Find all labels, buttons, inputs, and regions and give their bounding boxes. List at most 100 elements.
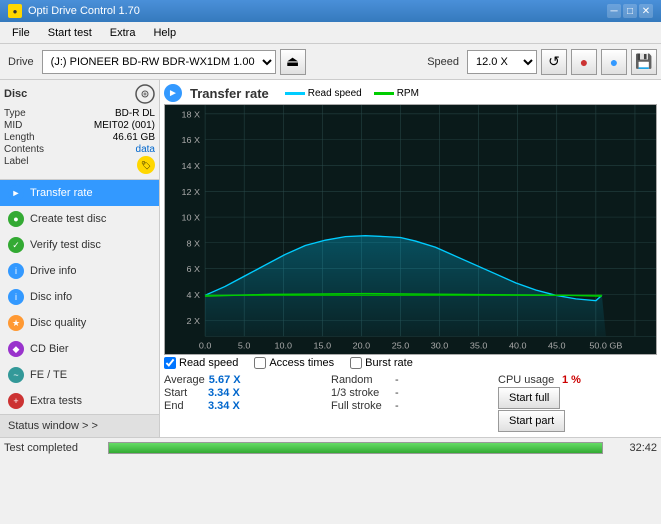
end-label: End: [164, 400, 204, 412]
nav-disc-quality-label: Disc quality: [30, 317, 86, 329]
refresh-button[interactable]: ↺: [541, 49, 567, 75]
eject-button[interactable]: ⏏: [280, 49, 306, 75]
disc-label-row: Label 🏷: [4, 156, 155, 174]
svg-text:20.0: 20.0: [353, 341, 371, 350]
disc-quality-icon: ★: [8, 315, 24, 331]
menu-help[interactable]: Help: [145, 23, 184, 43]
maximize-button[interactable]: □: [623, 4, 637, 18]
start-full-button[interactable]: Start full: [498, 387, 560, 409]
nav-cd-bier[interactable]: ◆ CD Bier: [0, 336, 159, 362]
average-value: 5.67 X: [209, 374, 249, 386]
color1-button[interactable]: ●: [571, 49, 597, 75]
nav-cd-bier-label: CD Bier: [30, 343, 69, 355]
read-speed-checkbox[interactable]: [164, 357, 176, 369]
burst-rate-checkbox[interactable]: [350, 357, 362, 369]
chart-area: ► Transfer rate Read speed RPM: [160, 80, 661, 437]
chart-header: ► Transfer rate Read speed RPM: [164, 84, 657, 102]
minimize-button[interactable]: ─: [607, 4, 621, 18]
window-controls: ─ □ ✕: [607, 4, 653, 18]
nav-menu: ► Transfer rate ● Create test disc ✓ Ver…: [0, 180, 159, 414]
progress-bar-container: [108, 442, 603, 454]
disc-label-icon: 🏷: [137, 156, 155, 174]
nav-fe-te-label: FE / TE: [30, 369, 67, 381]
stat-average: Average 5.67 X: [164, 374, 323, 386]
disc-section-title: Disc: [4, 88, 27, 100]
create-test-disc-icon: ●: [8, 211, 24, 227]
nav-transfer-rate[interactable]: ► Transfer rate: [0, 180, 159, 206]
disc-contents-value: data: [136, 144, 155, 155]
nav-fe-te[interactable]: ~ FE / TE: [0, 362, 159, 388]
legend-rpm: RPM: [374, 88, 419, 99]
color2-button[interactable]: ●: [601, 49, 627, 75]
menu-extra[interactable]: Extra: [102, 23, 144, 43]
checkboxes-row: Read speed Access times Burst rate: [164, 357, 657, 369]
stat-col-right: CPU usage 1 % Start full Start part: [498, 373, 657, 433]
legend-read-label: Read speed: [308, 88, 362, 99]
nav-drive-info[interactable]: i Drive info: [0, 258, 159, 284]
save-button[interactable]: 💾: [631, 49, 657, 75]
cpu-label: CPU usage: [498, 374, 558, 386]
cd-bier-icon: ◆: [8, 341, 24, 357]
legend-read-color: [285, 92, 305, 95]
disc-panel: Disc Type BD-R DL MID MEIT02 (001) Leng: [0, 80, 159, 180]
legend-rpm-label: RPM: [397, 88, 419, 99]
status-window-button[interactable]: Status window > >: [0, 414, 159, 437]
speed-select[interactable]: 12.0 X: [467, 50, 537, 74]
svg-text:50.0 GB: 50.0 GB: [589, 341, 622, 350]
transfer-rate-icon: ►: [8, 185, 24, 201]
disc-mid-value: MEIT02 (001): [94, 120, 155, 131]
svg-text:0.0: 0.0: [199, 341, 212, 350]
nav-disc-quality[interactable]: ★ Disc quality: [0, 310, 159, 336]
stat-col-left-1: Average 5.67 X Start 3.34 X End 3.34 X: [164, 373, 323, 433]
chart-title: Transfer rate: [190, 86, 269, 101]
status-bar: Test completed 32:42: [0, 437, 661, 457]
burst-rate-checkbox-item: Burst rate: [350, 357, 413, 369]
app-title: Opti Drive Control 1.70: [28, 5, 140, 17]
start-label: Start: [164, 387, 204, 399]
nav-disc-info-label: Disc info: [30, 291, 72, 303]
stat-start: Start 3.34 X: [164, 387, 323, 399]
stat-start-part: Start part: [498, 410, 657, 432]
nav-verify-test-disc-label: Verify test disc: [30, 239, 101, 251]
svg-text:16 X: 16 X: [182, 136, 201, 145]
verify-test-disc-icon: ✓: [8, 237, 24, 253]
stat-random: Random -: [331, 374, 490, 386]
start-part-button[interactable]: Start part: [498, 410, 565, 432]
stat-end: End 3.34 X: [164, 400, 323, 412]
chart-wrapper: 18 X 16 X 14 X 12 X 10 X 8 X 6 X 4 X 2 X…: [164, 104, 657, 355]
disc-mid-label: MID: [4, 120, 22, 131]
svg-text:2 X: 2 X: [187, 316, 201, 325]
menu-file[interactable]: File: [4, 23, 38, 43]
access-times-checkbox[interactable]: [254, 357, 266, 369]
menu-start-test[interactable]: Start test: [40, 23, 100, 43]
content-area: Disc Type BD-R DL MID MEIT02 (001) Leng: [0, 80, 661, 437]
close-button[interactable]: ✕: [639, 4, 653, 18]
svg-text:12 X: 12 X: [182, 187, 201, 196]
nav-extra-tests[interactable]: + Extra tests: [0, 388, 159, 414]
drive-info-icon: i: [8, 263, 24, 279]
end-value: 3.34 X: [208, 400, 248, 412]
stat-start-full: Start full: [498, 387, 657, 409]
full-stroke-value: -: [395, 400, 399, 412]
disc-type-row: Type BD-R DL: [4, 108, 155, 119]
svg-text:14 X: 14 X: [182, 162, 201, 171]
nav-disc-info[interactable]: i Disc info: [0, 284, 159, 310]
nav-drive-info-label: Drive info: [30, 265, 76, 277]
speed-label: Speed: [423, 56, 463, 68]
disc-length-value: 46.61 GB: [113, 132, 155, 143]
stat-1-3-stroke: 1/3 stroke -: [331, 387, 490, 399]
legend-rpm-color: [374, 92, 394, 95]
nav-create-test-disc[interactable]: ● Create test disc: [0, 206, 159, 232]
one-third-stroke-value: -: [395, 387, 399, 399]
svg-text:25.0: 25.0: [392, 341, 410, 350]
disc-mid-row: MID MEIT02 (001): [4, 120, 155, 131]
fe-te-icon: ~: [8, 367, 24, 383]
drive-select[interactable]: (J:) PIONEER BD-RW BDR-WX1DM 1.00: [42, 50, 276, 74]
extra-tests-icon: +: [8, 393, 24, 409]
stats-row-1: Average 5.67 X Start 3.34 X End 3.34 X R…: [164, 373, 657, 433]
svg-text:6 X: 6 X: [187, 265, 201, 274]
nav-verify-test-disc[interactable]: ✓ Verify test disc: [0, 232, 159, 258]
disc-contents-label: Contents: [4, 144, 44, 155]
disc-length-row: Length 46.61 GB: [4, 132, 155, 143]
app-icon: ●: [8, 4, 22, 18]
